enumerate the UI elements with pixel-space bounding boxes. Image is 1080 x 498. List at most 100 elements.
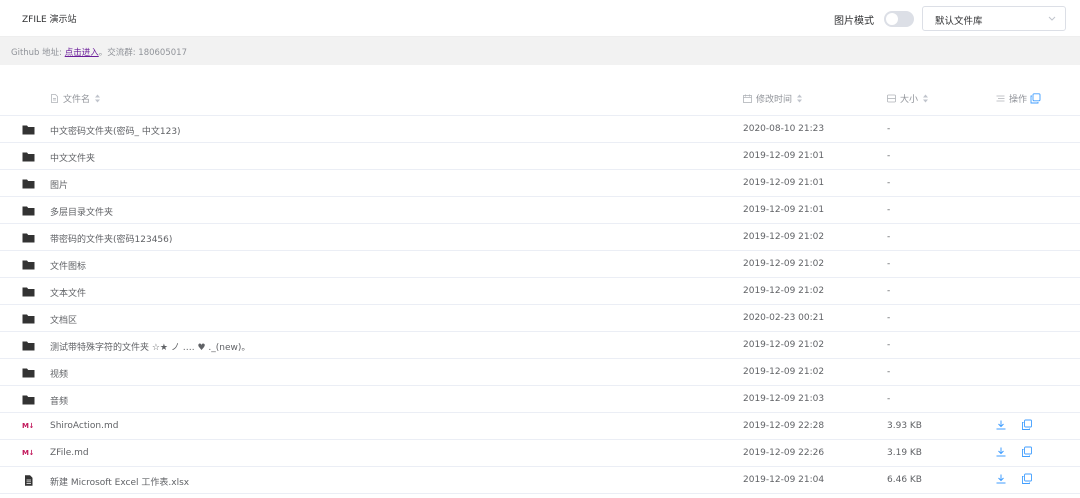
file-time: 2019-12-09 21:01 [743, 205, 825, 215]
file-size: - [887, 124, 891, 134]
download-icon[interactable] [995, 446, 1007, 458]
image-mode-label: 图片模式 [834, 16, 874, 27]
file-time: 2019-12-09 21:02 [743, 367, 825, 377]
file-name[interactable]: 带密码的文件夹(密码123456) [50, 232, 172, 245]
table-row[interactable]: 多层目录文件夹 2019-12-09 21:01 - [0, 197, 1080, 224]
site-title[interactable]: ZFILE 演示站 [22, 12, 77, 25]
folder-icon [22, 179, 35, 189]
file-name[interactable]: 文件图标 [50, 259, 86, 272]
file-name[interactable]: 新建 Microsoft Excel 工作表.xlsx [50, 475, 189, 488]
table-row[interactable]: 视频 2019-12-09 21:02 - [0, 359, 1080, 386]
drive-select-value: 默认文件库 [935, 16, 983, 27]
file-name[interactable]: 音频 [50, 394, 68, 407]
file-size: - [887, 286, 891, 296]
file-name[interactable]: 文本文件 [50, 286, 86, 299]
file-text-icon [51, 94, 58, 103]
file-size: 3.93 KB [887, 421, 922, 431]
table-row[interactable]: M↓ ZFile.md 2019-12-09 22:26 3.19 KB [0, 440, 1080, 467]
folder-icon [22, 233, 35, 243]
table-row[interactable]: 文本文件 2019-12-09 21:02 - [0, 278, 1080, 305]
github-prefix: Github 地址: [11, 48, 65, 58]
table-row[interactable]: 中文密码文件夹(密码_ 中文123) 2020-08-10 21:23 - [0, 116, 1080, 143]
file-size: - [887, 394, 891, 404]
column-ops-label: 操作 [1009, 95, 1028, 105]
table-row[interactable]: 文档区 2020-02-23 00:21 - [0, 305, 1080, 332]
sort-icon[interactable] [94, 94, 101, 103]
column-name-label: 文件名 [63, 95, 91, 105]
table-row[interactable]: 带密码的文件夹(密码123456) 2019-12-09 21:02 - [0, 224, 1080, 251]
file-name[interactable]: ShiroAction.md [50, 421, 118, 431]
file-name[interactable]: 图片 [50, 178, 68, 191]
copy-link-icon[interactable] [1021, 473, 1033, 485]
folder-icon [22, 314, 35, 324]
file-size: 6.46 KB [887, 475, 922, 485]
file-size: - [887, 151, 891, 161]
table-row[interactable]: 音频 2019-12-09 21:03 - [0, 386, 1080, 413]
folder-icon [22, 341, 35, 351]
file-time: 2019-12-09 22:28 [743, 421, 825, 431]
switch-knob [886, 13, 898, 25]
file-size: - [887, 259, 891, 269]
column-name: 文件名 [50, 92, 101, 105]
folder-icon [22, 125, 35, 135]
file-time: 2019-12-09 22:26 [743, 448, 825, 458]
download-icon[interactable] [995, 473, 1007, 485]
table-row[interactable]: 测试带特殊字符的文件夹 ☆★ ノ …. ♥ ._(new)。 2019-12-0… [0, 332, 1080, 359]
drive-select[interactable]: 默认文件库 [922, 6, 1066, 31]
github-link[interactable]: 点击进入 [65, 48, 99, 58]
table-row[interactable]: 中文文件夹 2019-12-09 21:01 - [0, 143, 1080, 170]
folder-icon [22, 152, 35, 162]
file-name[interactable]: 中文文件夹 [50, 151, 95, 164]
copy-link-icon[interactable] [1021, 419, 1033, 431]
image-mode-switch[interactable] [884, 11, 914, 27]
file-time: 2020-02-23 00:21 [743, 313, 825, 323]
table-row[interactable]: 新建 Microsoft Excel 工作表.xlsx 2019-12-09 2… [0, 467, 1080, 494]
file-name[interactable]: 文档区 [50, 313, 77, 326]
file-time: 2019-12-09 21:02 [743, 340, 825, 350]
document-icon [25, 475, 33, 486]
column-time: 修改时间 [743, 92, 803, 105]
info-bar: Github 地址: 点击进入。交流群: 180605017 [0, 37, 1080, 65]
table-row[interactable]: 图片 2019-12-09 21:01 - [0, 170, 1080, 197]
file-name[interactable]: 多层目录文件夹 [50, 205, 113, 218]
file-size: - [887, 313, 891, 323]
file-size: - [887, 178, 891, 188]
file-time: 2019-12-09 21:01 [743, 151, 825, 161]
menu-lines-icon [996, 95, 1005, 102]
copy-link-icon[interactable] [1021, 446, 1033, 458]
folder-icon [22, 395, 35, 405]
folder-icon [22, 368, 35, 378]
file-size: 3.19 KB [887, 448, 922, 458]
column-size: 大小 [887, 92, 929, 105]
qq-group-text: 。交流群: 180605017 [98, 48, 187, 58]
info-text: Github 地址: 点击进入。交流群: 180605017 [11, 46, 187, 58]
column-ops: 操作 [996, 92, 1041, 105]
file-size: - [887, 340, 891, 350]
folder-icon [22, 206, 35, 216]
table-row[interactable]: 文件图标 2019-12-09 21:02 - [0, 251, 1080, 278]
file-size: - [887, 205, 891, 215]
top-header: ZFILE 演示站 图片模式 默认文件库 [0, 0, 1080, 37]
sort-icon[interactable] [796, 94, 803, 103]
file-name[interactable]: 视频 [50, 367, 68, 380]
file-name[interactable]: ZFile.md [50, 448, 89, 458]
file-time: 2020-08-10 21:23 [743, 124, 825, 134]
calendar-icon [743, 94, 752, 103]
markdown-icon: M↓ [22, 449, 34, 457]
file-name[interactable]: 测试带特殊字符的文件夹 ☆★ ノ …. ♥ ._(new)。 [50, 340, 250, 353]
file-time: 2019-12-09 21:02 [743, 232, 825, 242]
folder-icon [22, 287, 35, 297]
file-time: 2019-12-09 21:01 [743, 178, 825, 188]
folder-icon [22, 260, 35, 270]
table-header: 文件名 修改时间 大小 操作 [0, 84, 1080, 116]
sort-icon[interactable] [922, 94, 929, 103]
column-time-label: 修改时间 [756, 95, 793, 105]
column-size-label: 大小 [900, 95, 919, 105]
chevron-down-icon [1048, 16, 1056, 21]
file-name[interactable]: 中文密码文件夹(密码_ 中文123) [50, 124, 181, 137]
table-row[interactable]: M↓ ShiroAction.md 2019-12-09 22:28 3.93 … [0, 413, 1080, 440]
download-icon[interactable] [995, 419, 1007, 431]
storage-icon [887, 94, 896, 103]
file-time: 2019-12-09 21:04 [743, 475, 825, 485]
copy-all-icon[interactable] [1030, 93, 1041, 104]
